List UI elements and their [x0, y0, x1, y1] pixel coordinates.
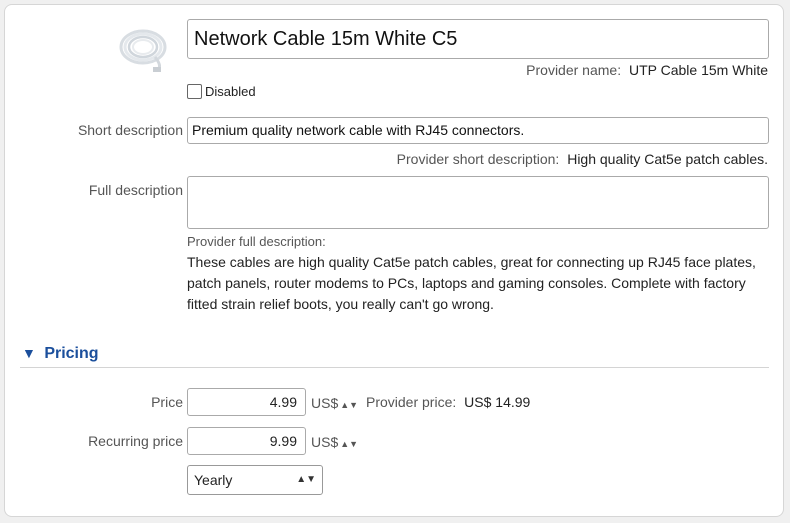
product-image [117, 23, 173, 73]
price-currency-label: US$ [311, 395, 339, 411]
disabled-checkbox[interactable] [187, 84, 202, 99]
short-description-label: Short description [77, 122, 183, 138]
full-description-textarea[interactable] [187, 176, 769, 229]
recurring-currency-select[interactable]: US$ ▲▼ [311, 434, 358, 450]
provider-full-description-label: Provider full description: [187, 234, 326, 249]
short-description-value: Premium quality network cable with RJ45 … [192, 122, 525, 138]
provider-price-value: US$ 14.99 [464, 394, 531, 410]
provider-short-description-label: Provider short description: [396, 151, 560, 167]
triangle-down-icon: ▼ [22, 345, 36, 361]
pricing-section-header[interactable]: ▼ Pricing [22, 345, 99, 363]
recurring-currency-label: US$ [311, 434, 339, 450]
provider-short-description: Provider short description: High quality… [397, 151, 768, 167]
billing-period-value: Yearly [194, 472, 233, 488]
price-value: 4.99 [269, 394, 297, 410]
up-down-caret-icon: ▲▼ [296, 474, 316, 485]
product-name-value: Network Cable 15m White C5 [194, 28, 458, 50]
product-name-input[interactable]: Network Cable 15m White C5 [187, 19, 769, 59]
provider-price-label: Provider price: [366, 394, 457, 410]
up-down-arrows-icon: ▲▼ [340, 400, 359, 410]
pricing-section-title: Pricing [44, 345, 99, 362]
provider-price: Provider price: US$ 14.99 [366, 394, 530, 410]
disabled-label: Disabled [205, 84, 256, 99]
recurring-price-input[interactable]: 9.99 [187, 427, 306, 455]
pricing-divider [20, 367, 769, 368]
up-down-arrows-icon: ▲▼ [340, 439, 359, 449]
short-description-input[interactable]: Premium quality network cable with RJ45 … [187, 117, 769, 144]
billing-period-select[interactable]: Yearly ▲▼ [187, 465, 323, 495]
provider-name: Provider name: UTP Cable 15m White [526, 62, 768, 78]
price-label: Price [151, 394, 183, 410]
provider-name-value: UTP Cable 15m White [628, 62, 768, 78]
recurring-price-label: Recurring price [88, 433, 183, 449]
provider-name-label: Provider name: [526, 62, 622, 78]
price-input[interactable]: 4.99 [187, 388, 306, 416]
provider-full-description-value: These cables are high quality Cat5e patc… [187, 254, 756, 312]
product-edit-card: Network Cable 15m White C5 Provider name… [4, 4, 784, 517]
full-description-label: Full description [88, 182, 183, 198]
recurring-price-value: 9.99 [269, 433, 297, 449]
provider-short-description-value: High quality Cat5e patch cables. [567, 151, 768, 167]
price-currency-select[interactable]: US$ ▲▼ [311, 395, 358, 411]
